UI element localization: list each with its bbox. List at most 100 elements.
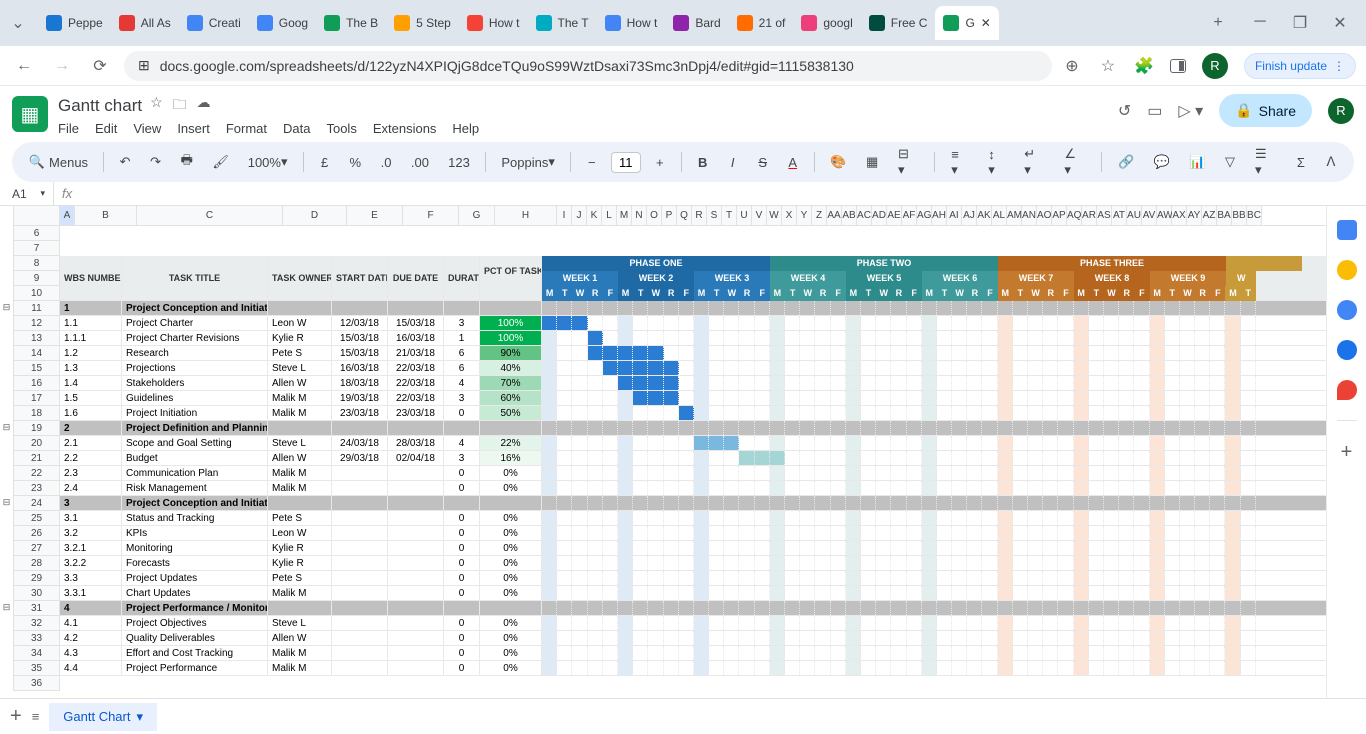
task-row[interactable]: 1.5 Guidelines Malik M 19/03/18 22/03/18…: [60, 391, 1326, 406]
search-menus-button[interactable]: 🔍 Menus: [24, 150, 93, 174]
column-header[interactable]: G: [459, 206, 495, 225]
outline-toggle[interactable]: [0, 676, 13, 691]
column-header[interactable]: AT: [1112, 206, 1127, 225]
task-row[interactable]: 1.4 Stakeholders Allen W 18/03/18 22/03/…: [60, 376, 1326, 391]
outline-toggle[interactable]: [0, 571, 13, 586]
column-header[interactable]: AB: [842, 206, 857, 225]
outline-toggle[interactable]: [0, 616, 13, 631]
task-row[interactable]: 1.6 Project Initiation Malik M 23/03/18 …: [60, 406, 1326, 421]
row-header[interactable]: 31: [14, 601, 60, 616]
menu-insert[interactable]: Insert: [177, 121, 210, 136]
column-header[interactable]: AJ: [962, 206, 977, 225]
outline-toggle[interactable]: [0, 226, 13, 241]
outline-toggle[interactable]: [0, 586, 13, 601]
column-header[interactable]: AC: [857, 206, 872, 225]
filter-views-button[interactable]: ☰ ▾: [1249, 142, 1282, 182]
task-row[interactable]: 1.2 Research Pete S 15/03/18 21/03/18 6 …: [60, 346, 1326, 361]
menu-file[interactable]: File: [58, 121, 79, 136]
column-header[interactable]: K: [587, 206, 602, 225]
row-headers[interactable]: 6789101112131415161718192021222324252627…: [14, 226, 60, 691]
outline-toggle[interactable]: [0, 451, 13, 466]
column-header[interactable]: Y: [797, 206, 812, 225]
column-header[interactable]: BB: [1232, 206, 1247, 225]
currency-button[interactable]: £: [314, 151, 336, 174]
outline-toggle[interactable]: [0, 241, 13, 256]
section-row[interactable]: 1 Project Conception and Initiation: [60, 301, 1326, 316]
row-header[interactable]: 22: [14, 466, 60, 481]
column-header[interactable]: AM: [1007, 206, 1022, 225]
column-header[interactable]: BA: [1217, 206, 1232, 225]
column-header[interactable]: AW: [1157, 206, 1172, 225]
row-header[interactable]: 34: [14, 646, 60, 661]
document-title[interactable]: Gantt chart: [58, 96, 142, 116]
column-header[interactable]: H: [495, 206, 557, 225]
column-header[interactable]: B: [75, 206, 137, 225]
task-row[interactable]: 4.2 Quality Deliverables Allen W 0 0%: [60, 631, 1326, 646]
task-row[interactable]: 2.4 Risk Management Malik M 0 0%: [60, 481, 1326, 496]
task-row[interactable]: 4.3 Effort and Cost Tracking Malik M 0 0…: [60, 646, 1326, 661]
outline-toggle[interactable]: [0, 361, 13, 376]
column-header[interactable]: AO: [1037, 206, 1052, 225]
filter-button[interactable]: ▽: [1219, 150, 1241, 174]
comments-icon[interactable]: ▭: [1147, 101, 1162, 121]
column-header[interactable]: BC: [1247, 206, 1262, 225]
column-header[interactable]: AH: [932, 206, 947, 225]
column-header[interactable]: V: [752, 206, 767, 225]
extensions-icon[interactable]: 🧩: [1134, 56, 1154, 76]
browser-tab[interactable]: Bard: [665, 6, 728, 40]
browser-tab[interactable]: 21 of: [729, 6, 794, 40]
task-row[interactable]: 2.3 Communication Plan Malik M 0 0%: [60, 466, 1326, 481]
browser-tab[interactable]: How t: [597, 6, 666, 40]
column-header[interactable]: J: [572, 206, 587, 225]
row-header[interactable]: 24: [14, 496, 60, 511]
all-sheets-button[interactable]: ≡: [32, 709, 40, 724]
outline-toggle[interactable]: ⊟: [0, 601, 13, 616]
fill-color-button[interactable]: 🎨: [825, 150, 853, 174]
maximize-button[interactable]: ❐: [1290, 13, 1310, 33]
name-box[interactable]: A1▾: [4, 182, 54, 205]
row-header[interactable]: 10: [14, 286, 60, 301]
section-row[interactable]: 4 Project Performance / Monitoring: [60, 601, 1326, 616]
column-header[interactable]: I: [557, 206, 572, 225]
browser-tab[interactable]: Peppe: [38, 6, 111, 40]
outline-toggle[interactable]: ⊟: [0, 421, 13, 436]
menu-extensions[interactable]: Extensions: [373, 121, 437, 136]
outline-toggle[interactable]: [0, 316, 13, 331]
column-header[interactable]: AN: [1022, 206, 1037, 225]
column-header[interactable]: N: [632, 206, 647, 225]
column-header[interactable]: AZ: [1202, 206, 1217, 225]
column-header[interactable]: T: [722, 206, 737, 225]
bold-button[interactable]: B: [692, 151, 714, 174]
outline-toggle[interactable]: [0, 631, 13, 646]
reload-button[interactable]: ⟳: [86, 52, 114, 80]
menu-format[interactable]: Format: [226, 121, 267, 136]
column-header[interactable]: AR: [1082, 206, 1097, 225]
menu-help[interactable]: Help: [452, 121, 479, 136]
outline-toggle[interactable]: [0, 541, 13, 556]
h-align-button[interactable]: ≡ ▾: [945, 143, 974, 182]
column-header[interactable]: AD: [872, 206, 887, 225]
task-row[interactable]: 1.1.1 Project Charter Revisions Kylie R …: [60, 331, 1326, 346]
browser-tab[interactable]: Creati: [179, 6, 249, 40]
move-icon[interactable]: 🗀: [173, 94, 187, 118]
task-row[interactable]: 3.2.2 Forecasts Kylie R 0 0%: [60, 556, 1326, 571]
font-select[interactable]: Poppins ▾: [496, 150, 559, 174]
outline-toggle[interactable]: [0, 511, 13, 526]
column-header[interactable]: AP: [1052, 206, 1067, 225]
row-header[interactable]: 15: [14, 361, 60, 376]
browser-tab[interactable]: 5 Step: [386, 6, 459, 40]
row-header[interactable]: 20: [14, 436, 60, 451]
outline-toggle[interactable]: [0, 286, 13, 301]
star-icon[interactable]: ☆: [150, 94, 163, 118]
row-header[interactable]: 33: [14, 631, 60, 646]
column-header[interactable]: AU: [1127, 206, 1142, 225]
column-header[interactable]: C: [137, 206, 283, 225]
row-header[interactable]: 30: [14, 586, 60, 601]
select-all-corner[interactable]: [14, 206, 60, 225]
tab-search-button[interactable]: ⌄: [4, 9, 32, 37]
contacts-icon[interactable]: [1337, 340, 1357, 360]
outline-toggle[interactable]: [0, 346, 13, 361]
task-row[interactable]: 4.4 Project Performance Malik M 0 0%: [60, 661, 1326, 676]
task-row[interactable]: 2.1 Scope and Goal Setting Steve L 24/03…: [60, 436, 1326, 451]
account-avatar[interactable]: R: [1328, 98, 1354, 124]
